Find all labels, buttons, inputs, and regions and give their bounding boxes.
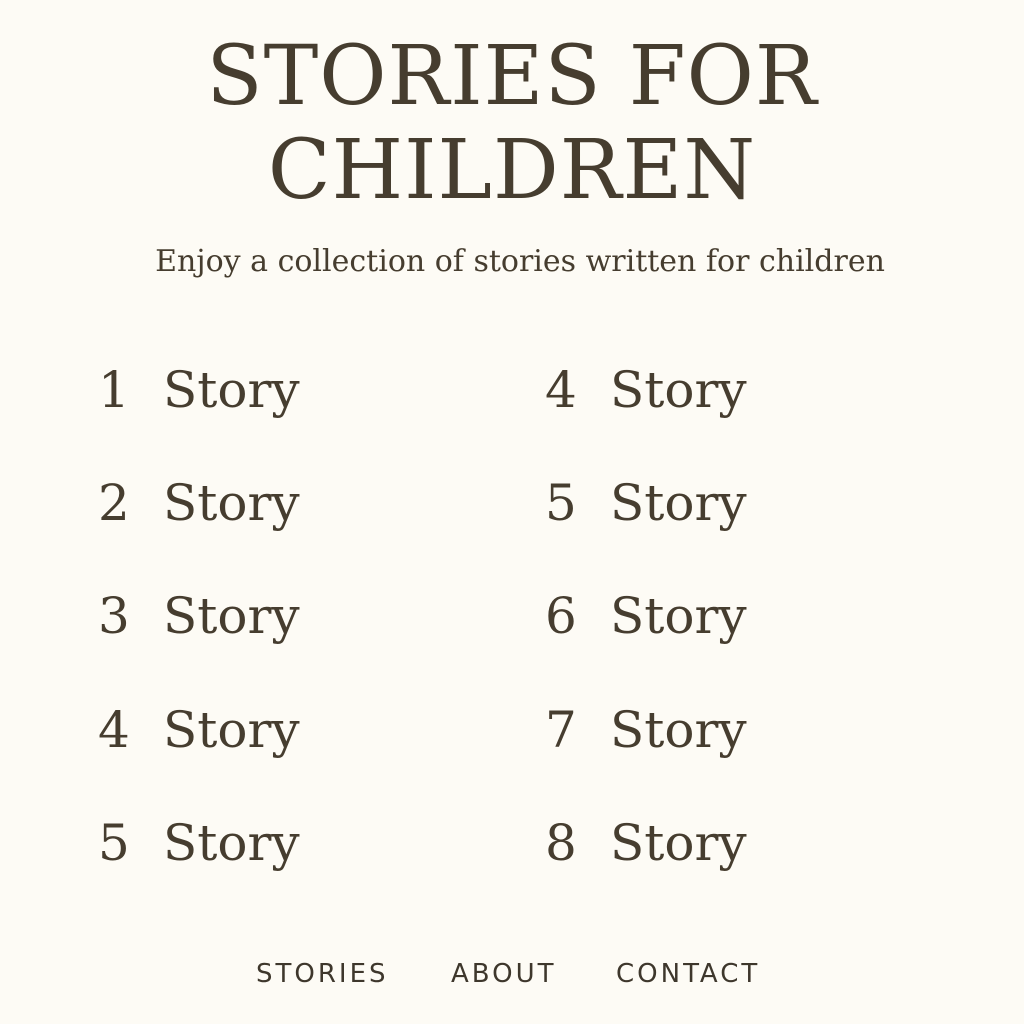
footer-nav: STORIES ABOUT CONTACT — [0, 952, 1024, 996]
story-link-2[interactable]: 2 Story — [98, 468, 300, 538]
story-link-1[interactable]: 1 Story — [98, 355, 300, 425]
story-label: Story — [163, 701, 300, 759]
story-link-3[interactable]: 3 Story — [98, 581, 300, 651]
story-number: 6 — [545, 587, 577, 645]
story-number: 4 — [545, 361, 577, 419]
story-link-7[interactable]: 5 Story — [545, 468, 747, 538]
story-label: Story — [610, 814, 747, 872]
story-number: 5 — [98, 814, 130, 872]
nav-link-stories[interactable]: STORIES — [256, 952, 389, 996]
story-link-4[interactable]: 4 Story — [98, 695, 300, 765]
story-number: 4 — [98, 701, 130, 759]
page-subtitle: Enjoy a collection of stories written fo… — [155, 244, 885, 279]
nav-link-about[interactable]: ABOUT — [451, 952, 557, 996]
story-label: Story — [610, 701, 747, 759]
story-label: Story — [610, 474, 747, 532]
story-number: 3 — [98, 587, 130, 645]
story-link-10[interactable]: 8 Story — [545, 808, 747, 878]
story-label: Story — [163, 814, 300, 872]
story-label: Story — [163, 361, 300, 419]
story-link-9[interactable]: 7 Story — [545, 695, 747, 765]
nav-link-contact[interactable]: CONTACT — [616, 952, 760, 996]
story-number: 1 — [98, 361, 130, 419]
story-label: Story — [163, 474, 300, 532]
story-number: 7 — [545, 701, 577, 759]
story-number: 5 — [545, 474, 577, 532]
story-number: 8 — [545, 814, 577, 872]
story-link-6[interactable]: 4 Story — [545, 355, 747, 425]
story-number: 2 — [98, 474, 130, 532]
story-label: Story — [163, 587, 300, 645]
page-title: STORIES FOR CHILDREN — [0, 30, 1024, 218]
page-title-line-1: STORIES FOR — [206, 29, 818, 124]
story-link-8[interactable]: 6 Story — [545, 581, 747, 651]
page-title-line-2: CHILDREN — [267, 123, 757, 218]
story-label: Story — [610, 587, 747, 645]
story-label: Story — [610, 361, 747, 419]
story-link-5[interactable]: 5 Story — [98, 808, 300, 878]
